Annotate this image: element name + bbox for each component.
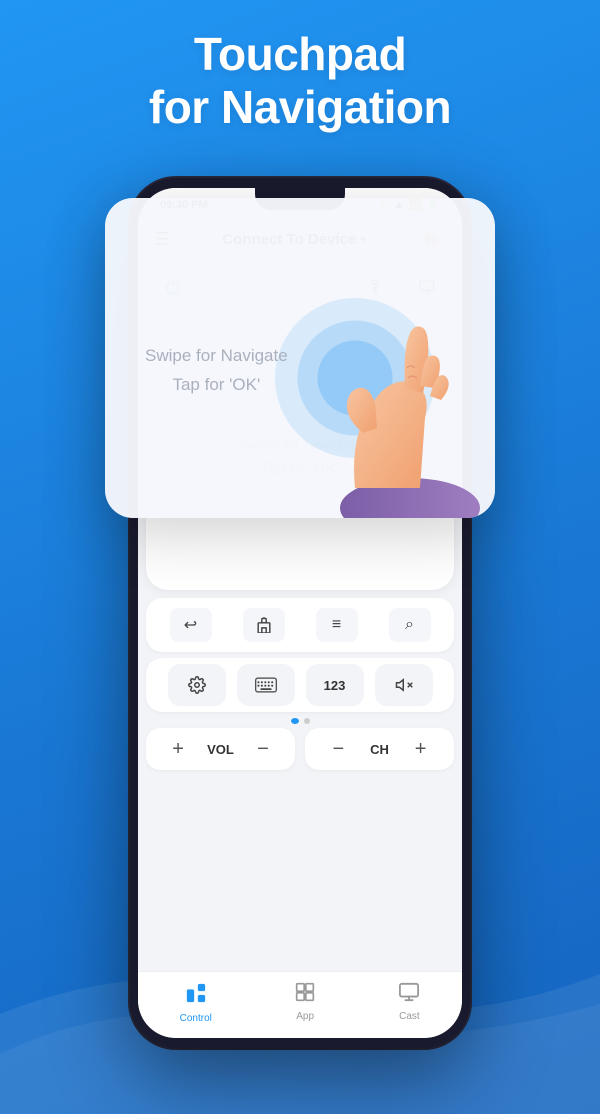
mute-button[interactable]	[375, 664, 433, 706]
nav-app[interactable]: App	[295, 982, 315, 1024]
numpad-button[interactable]: 123	[306, 664, 364, 706]
overlay-hints: Swipe for Navigate Tap for 'OK'	[125, 342, 288, 400]
app-label: App	[296, 1011, 314, 1022]
ch-label: CH	[370, 742, 389, 757]
vol-label: VOL	[207, 742, 234, 757]
ch-plus-button[interactable]: +	[410, 738, 432, 760]
dot-2	[304, 718, 310, 724]
nav-cast[interactable]: Cast	[398, 982, 420, 1024]
swipe-hint-overlay: Swipe for Navigate	[145, 342, 288, 371]
touchpad-overlay-card[interactable]: Swipe for Navigate Tap for 'OK'	[105, 198, 495, 518]
search-button[interactable]: ⌕	[389, 608, 431, 642]
keyboard-button[interactable]	[237, 664, 295, 706]
menu-button[interactable]: ≡	[316, 608, 358, 642]
ripple-inner	[318, 341, 393, 416]
ch-minus-button[interactable]: −	[327, 738, 349, 760]
hero-line1: Touchpad	[0, 28, 600, 81]
vol-ch-row: + VOL − − CH +	[146, 728, 454, 770]
cast-label: Cast	[399, 1011, 420, 1022]
back-button[interactable]: ↩	[170, 608, 212, 642]
nav-control[interactable]: Control	[180, 982, 212, 1024]
cast-icon	[398, 982, 420, 1008]
nav-row: ↩ ≡ ⌕	[146, 598, 454, 652]
page-dots	[138, 718, 462, 724]
home-button[interactable]	[243, 608, 285, 642]
control-label: Control	[180, 1013, 212, 1024]
ripple-container	[275, 298, 435, 458]
bottom-nav: Control App	[138, 971, 462, 1038]
vol-plus-button[interactable]: +	[167, 738, 189, 760]
hero-line2: for Navigation	[0, 81, 600, 134]
tap-hint-overlay: Tap for 'OK'	[145, 371, 288, 400]
dot-1	[291, 718, 299, 724]
volume-control: + VOL −	[146, 728, 295, 770]
vol-minus-button[interactable]: −	[252, 738, 274, 760]
app-icon	[295, 982, 315, 1008]
hero-text: Touchpad for Navigation	[0, 28, 600, 134]
action-row: 123	[146, 658, 454, 712]
settings-button[interactable]	[168, 664, 226, 706]
control-icon	[185, 982, 207, 1010]
channel-control: − CH +	[305, 728, 454, 770]
